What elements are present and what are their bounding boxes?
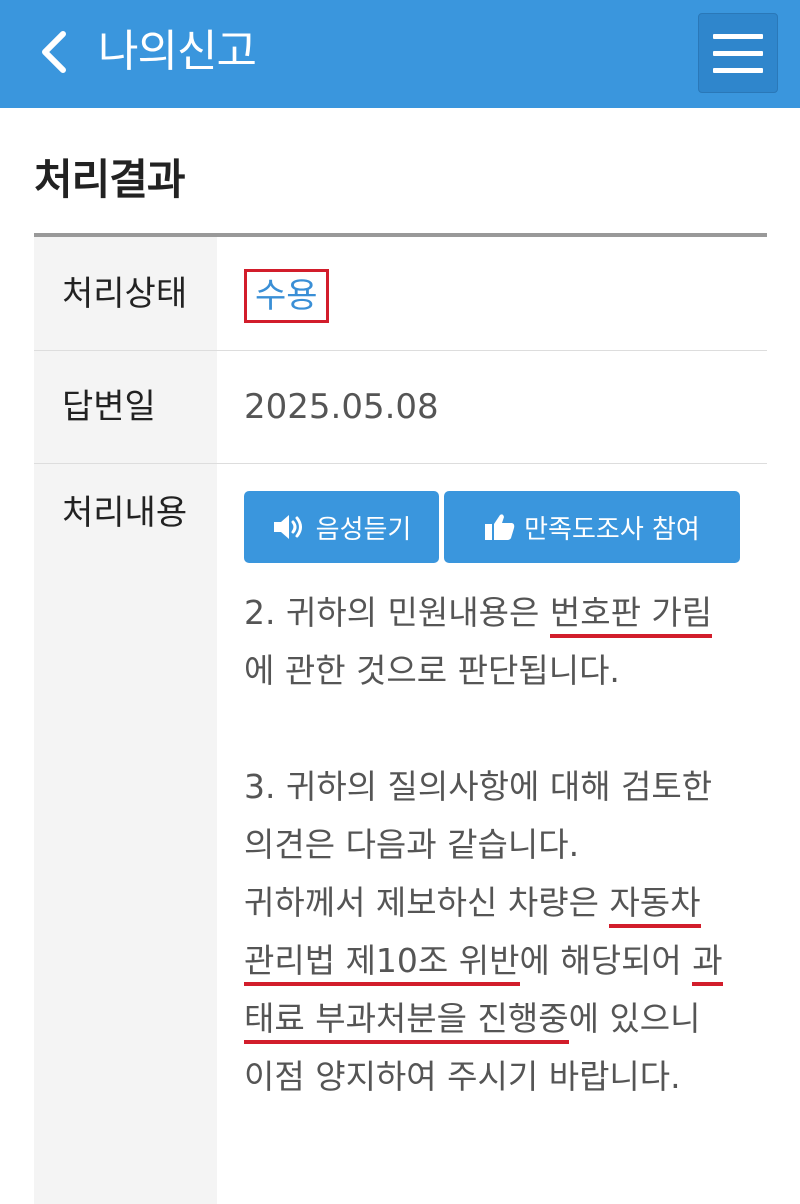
page-title: 나의신고	[98, 26, 257, 77]
satisfaction-survey-button[interactable]: 만족도조사 참여	[444, 491, 740, 563]
thumbs-up-icon	[485, 514, 515, 540]
hamburger-icon	[713, 33, 763, 39]
menu-button[interactable]	[698, 13, 778, 93]
date-value: 2025.05.08	[244, 387, 439, 427]
listen-voice-label: 음성듣기	[315, 514, 412, 545]
result-table: 처리상태 수용 답변일 2025.05.08 처리내용 음성듣기 만족도조사 참…	[34, 233, 767, 1204]
date-label: 답변일	[34, 351, 217, 463]
back-button[interactable]	[28, 22, 80, 82]
speaker-icon	[273, 515, 302, 539]
section-title: 처리결과	[34, 155, 186, 204]
date-row: 답변일 2025.05.08	[34, 351, 767, 464]
answer-text: 2. 귀하의 민원내용은 번호판 가림 에 관한 것으로 판단됩니다. 3. 귀…	[244, 593, 723, 1096]
listen-voice-button[interactable]: 음성듣기	[244, 491, 439, 563]
highlight-automobile: 자동차	[609, 883, 701, 928]
highlight-fine-start: 과	[692, 941, 723, 986]
chevron-left-icon	[42, 31, 66, 73]
highlight-law-violation: 관리법 제10조 위반	[244, 941, 520, 986]
status-label: 처리상태	[34, 237, 217, 350]
highlight-fine-in-progress: 태료 부과처분을 진행중	[244, 999, 569, 1044]
top-bar: 나의신고	[0, 0, 800, 108]
highlight-plate-covering: 번호판 가림	[549, 593, 713, 638]
content-row: 처리내용 음성듣기 만족도조사 참여 2. 귀하의 민원내용은 번호판 가림 에…	[34, 464, 767, 1204]
content-label: 처리내용	[34, 464, 217, 1204]
satisfaction-survey-label: 만족도조사 참여	[524, 514, 700, 545]
status-badge: 수용	[244, 268, 329, 323]
status-row: 처리상태 수용	[34, 237, 767, 351]
